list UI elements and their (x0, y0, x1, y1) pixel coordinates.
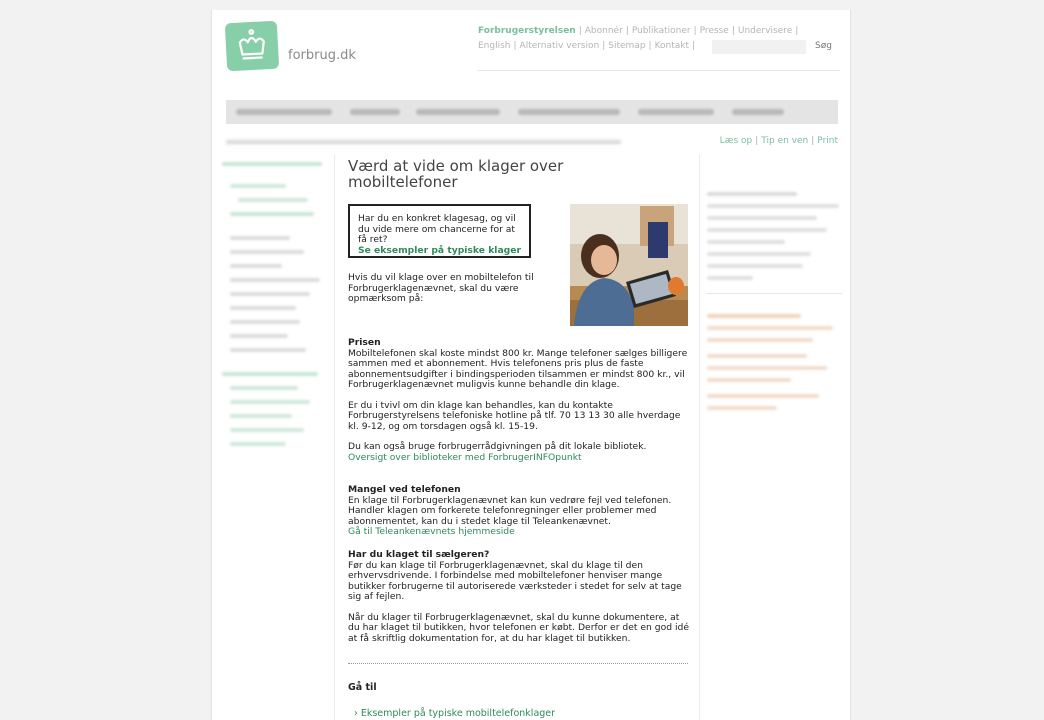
tip-friend-link[interactable]: Tip en ven (761, 136, 808, 146)
goto-heading: Gå til (348, 682, 377, 693)
intro-text: Hvis du vil klage over en mobiltelefon t… (348, 272, 534, 304)
link-sitemap[interactable]: Sitemap (608, 41, 645, 51)
library-link[interactable]: Oversigt over biblioteker med ForbrugerI… (348, 452, 693, 464)
section-text: Før du kan klage til Forbrugerklagenævne… (348, 559, 682, 602)
sidebar-item[interactable] (230, 428, 304, 432)
nav-item-5[interactable] (638, 109, 714, 115)
section-text: Når du klager til Forbrugerklagenævnet, … (348, 611, 690, 644)
sidebar-item[interactable] (230, 306, 296, 310)
sidebar-item[interactable] (230, 278, 320, 282)
sidebar-divider (706, 293, 842, 294)
sidebar-link[interactable] (707, 314, 801, 318)
sidebar-link[interactable] (707, 366, 827, 370)
sidebar-item[interactable] (230, 348, 306, 352)
sidebar-item[interactable] (230, 250, 304, 254)
header-divider (478, 70, 840, 71)
dotted-divider (348, 663, 688, 664)
section-text: Mobiltelefonen skal koste mindst 800 kr.… (348, 347, 688, 390)
sidebar-text (707, 192, 797, 196)
sidebar-link[interactable] (707, 378, 791, 382)
woman-laptop-photo (570, 204, 688, 326)
search-input[interactable] (712, 40, 806, 54)
chevron-right-icon: › (354, 708, 358, 719)
left-sidebar-nav (222, 158, 332, 720)
crown-icon (238, 29, 265, 60)
sidebar-link[interactable] (707, 338, 813, 342)
sidebar-item[interactable] (230, 442, 286, 446)
nav-item-1[interactable] (236, 109, 332, 115)
read-aloud-link[interactable]: Læs op (720, 136, 753, 146)
link-english[interactable]: English (478, 41, 511, 51)
section-heading: Prisen (348, 337, 381, 348)
sidebar-item[interactable] (230, 184, 286, 188)
sidebar-item[interactable] (230, 400, 310, 404)
sidebar-item[interactable] (230, 264, 282, 268)
link-publikationer[interactable]: Publikationer (632, 26, 691, 36)
page: forbrug.dk Forbrugerstyrelsen | Abonnér | Pu… (211, 10, 851, 720)
print-link[interactable]: Print (817, 136, 838, 146)
section-heading: Har du klaget til sælgeren? (348, 549, 490, 560)
column-divider-left (334, 155, 335, 720)
link-presse[interactable]: Presse (700, 26, 729, 36)
main-content: Værd at vide om klager over mobiltelefon… (348, 157, 689, 719)
nav-item-4[interactable] (518, 109, 620, 115)
column-divider-right (699, 155, 700, 720)
sidebar-text (707, 204, 839, 208)
link-abonner[interactable]: Abonnér (585, 26, 623, 36)
sidebar-item[interactable] (230, 334, 288, 338)
teleankenaevnet-link[interactable]: Gå til Teleankenævnets hjemmeside (348, 526, 693, 538)
sidebar-text (707, 240, 785, 244)
sidebar-item[interactable] (230, 414, 292, 418)
sidebar-item[interactable] (238, 198, 308, 202)
sidebar-item[interactable] (230, 236, 290, 240)
sidebar-item[interactable] (222, 162, 322, 166)
sidebar-item[interactable] (230, 386, 298, 390)
sidebar-text (707, 252, 811, 256)
section-mangel: Mangel ved telefonen En klage til Forbru… (348, 484, 693, 538)
sidebar-link[interactable] (707, 326, 833, 330)
nav-item-6[interactable] (732, 109, 784, 115)
goto-link-row[interactable]: › Eksempler på typiske mobiltelefonklage… (354, 708, 555, 719)
callout-box: Har du en konkret klagesag, og vil du vi… (348, 204, 531, 258)
nav-item-3[interactable] (416, 109, 500, 115)
logo-text[interactable]: forbrug.dk (288, 48, 356, 63)
sidebar-text (707, 228, 827, 232)
sidebar-link[interactable] (707, 406, 777, 410)
search-button[interactable]: Søg (815, 41, 832, 51)
sidebar-link[interactable] (707, 394, 819, 398)
section-heading: Mangel ved telefonen (348, 484, 461, 495)
main-navigation (226, 100, 838, 124)
breadcrumb[interactable] (226, 140, 621, 144)
utility-links: Læs op | Tip en ven | Print (719, 136, 838, 146)
callout-link[interactable]: Se eksempler på typiske klager (358, 245, 521, 257)
section-text: En klage til Forbrugerklagenævnet kan ku… (348, 494, 672, 527)
section-saelger: Har du klaget til sælgeren? Før du kan k… (348, 549, 693, 644)
sidebar-item[interactable] (230, 212, 314, 216)
goto-link[interactable]: Eksempler på typiske mobiltelefonklager (361, 708, 555, 719)
link-undervisere[interactable]: Undervisere (738, 26, 792, 36)
section-text: Er du i tvivl om din klage kan behandles… (348, 399, 681, 432)
sidebar-item[interactable] (230, 320, 300, 324)
section-prisen: Prisen Mobiltelefonen skal koste mindst … (348, 337, 693, 464)
nav-item-2[interactable] (350, 109, 400, 115)
page-title: Værd at vide om klager over mobiltelefon… (348, 157, 564, 191)
link-kontakt[interactable]: Kontakt (655, 41, 689, 51)
sidebar-text (707, 216, 817, 220)
sidebar-text (707, 276, 753, 280)
sidebar-item[interactable] (230, 292, 310, 296)
right-sidebar (701, 158, 849, 720)
crown-logo[interactable] (224, 20, 280, 72)
section-text: Du kan også bruge forbrugerrådgivningen … (348, 441, 647, 452)
link-alternativ-version[interactable]: Alternativ version (520, 41, 600, 51)
sidebar-text (707, 264, 803, 268)
callout-text: Har du en konkret klagesag, og vil du vi… (358, 213, 516, 245)
link-forbrugerstyrelsen[interactable]: Forbrugerstyrelsen (478, 26, 576, 36)
sidebar-item[interactable] (222, 372, 318, 376)
sidebar-link[interactable] (707, 354, 807, 358)
